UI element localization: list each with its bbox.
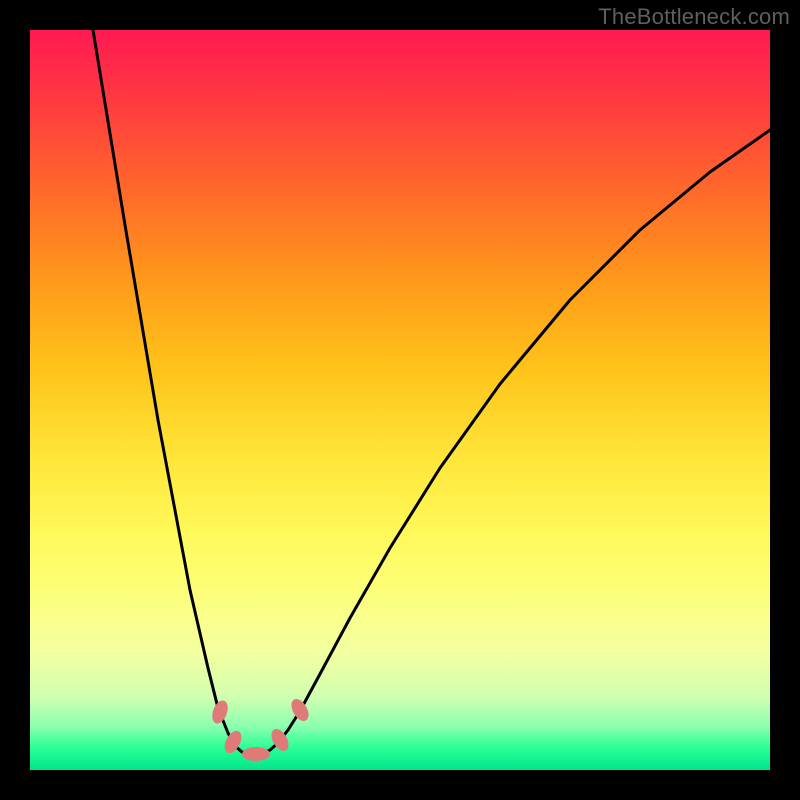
watermark-text: TheBottleneck.com (598, 4, 790, 30)
bottleneck-curve-group (93, 30, 770, 754)
plot-area (30, 30, 770, 770)
marker-left-upper (209, 698, 230, 725)
chart-frame: TheBottleneck.com (0, 0, 800, 800)
curve-svg (30, 30, 770, 770)
bottleneck-curve (93, 30, 770, 754)
marker-bottom (242, 747, 270, 761)
marker-right-upper (288, 696, 312, 724)
